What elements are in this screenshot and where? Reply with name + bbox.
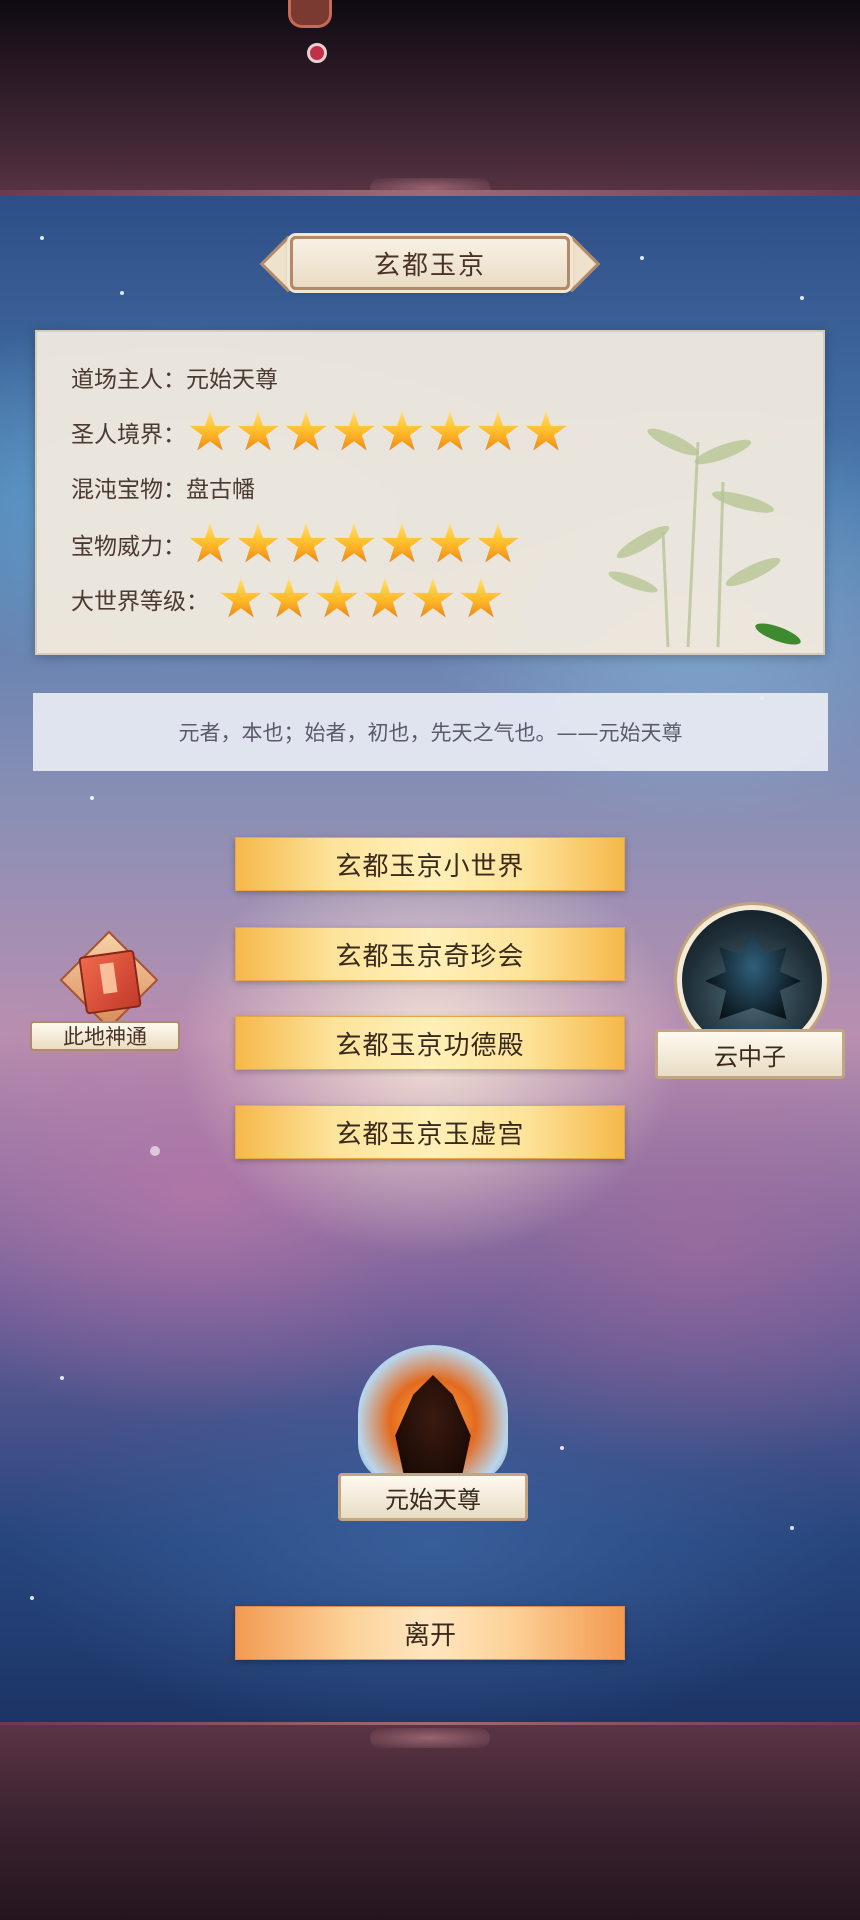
location-title: 玄都玉京 bbox=[290, 236, 570, 290]
realm-label: 圣人境界： bbox=[71, 422, 186, 448]
bottom-frame bbox=[0, 1725, 860, 1920]
menu-button-treasure-fair[interactable]: 玄都玉京奇珍会 bbox=[235, 927, 625, 981]
star-icon bbox=[220, 577, 262, 618]
star-icon bbox=[189, 522, 231, 563]
star-icon bbox=[525, 410, 567, 451]
local-ability-label: 此地神通 bbox=[30, 1021, 180, 1051]
star-icon bbox=[237, 410, 279, 451]
power-stars bbox=[188, 522, 520, 566]
world-row: 大世界等级： bbox=[71, 577, 503, 621]
npc-yuanshi[interactable]: 元始天尊 bbox=[338, 1345, 528, 1525]
owner-label: 道场主人： bbox=[71, 367, 186, 393]
owner-row: 道场主人： 元始天尊 bbox=[71, 360, 278, 394]
star-icon bbox=[285, 410, 327, 451]
quote-text: 元者，本也；始者，初也，先天之气也。——元始天尊 bbox=[178, 721, 683, 745]
treasure-label: 混沌宝物： bbox=[71, 477, 186, 503]
treasure-value: 盘古幡 bbox=[186, 477, 255, 503]
quote-bar: 元者，本也；始者，初也，先天之气也。——元始天尊 bbox=[33, 693, 828, 771]
world-stars bbox=[219, 577, 503, 621]
star-icon bbox=[268, 577, 310, 618]
owner-value: 元始天尊 bbox=[186, 367, 278, 393]
star-icon bbox=[381, 522, 423, 563]
top-frame bbox=[0, 0, 860, 195]
star-icon bbox=[412, 577, 454, 618]
book-icon bbox=[78, 949, 142, 1015]
npc-yuanshi-name: 元始天尊 bbox=[338, 1473, 528, 1521]
notification-icon[interactable] bbox=[288, 0, 332, 28]
star-icon bbox=[460, 577, 502, 618]
star-icon bbox=[333, 410, 375, 451]
power-row: 宝物威力： bbox=[71, 522, 520, 566]
star-icon bbox=[477, 522, 519, 563]
bottom-ornament bbox=[370, 1728, 490, 1748]
realm-stars bbox=[188, 410, 568, 454]
menu-button-merit-hall[interactable]: 玄都玉京功德殿 bbox=[235, 1016, 625, 1070]
star-icon bbox=[316, 577, 358, 618]
star-icon bbox=[477, 410, 519, 451]
npc-yunzhongzi[interactable]: 云中子 bbox=[655, 905, 845, 1085]
star-icon bbox=[333, 522, 375, 563]
npc-yunzhongzi-name: 云中子 bbox=[655, 1029, 845, 1079]
menu-button-small-world[interactable]: 玄都玉京小世界 bbox=[235, 837, 625, 891]
world-label: 大世界等级： bbox=[71, 589, 209, 615]
star-icon bbox=[429, 522, 471, 563]
realm-row: 圣人境界： bbox=[71, 410, 568, 454]
star-icon bbox=[237, 522, 279, 563]
bamboo-decoration-icon bbox=[608, 428, 801, 648]
menu-button-yuxu-palace[interactable]: 玄都玉京玉虚宫 bbox=[235, 1105, 625, 1159]
leave-button[interactable]: 离开 bbox=[235, 1606, 625, 1660]
treasure-row: 混沌宝物： 盘古幡 bbox=[71, 470, 255, 504]
star-icon bbox=[285, 522, 327, 563]
location-title-text: 玄都玉京 bbox=[373, 250, 486, 281]
power-label: 宝物威力： bbox=[71, 534, 186, 560]
star-icon bbox=[381, 410, 423, 451]
star-icon bbox=[189, 410, 231, 451]
star-icon bbox=[429, 410, 471, 451]
star-icon bbox=[364, 577, 406, 618]
local-ability-button[interactable]: 此地神通 bbox=[30, 930, 180, 1055]
info-panel: 道场主人： 元始天尊 圣人境界： 混沌宝物： 盘古幡 宝物威力： 大世界等级： bbox=[35, 330, 825, 655]
red-dot-indicator bbox=[307, 43, 327, 63]
